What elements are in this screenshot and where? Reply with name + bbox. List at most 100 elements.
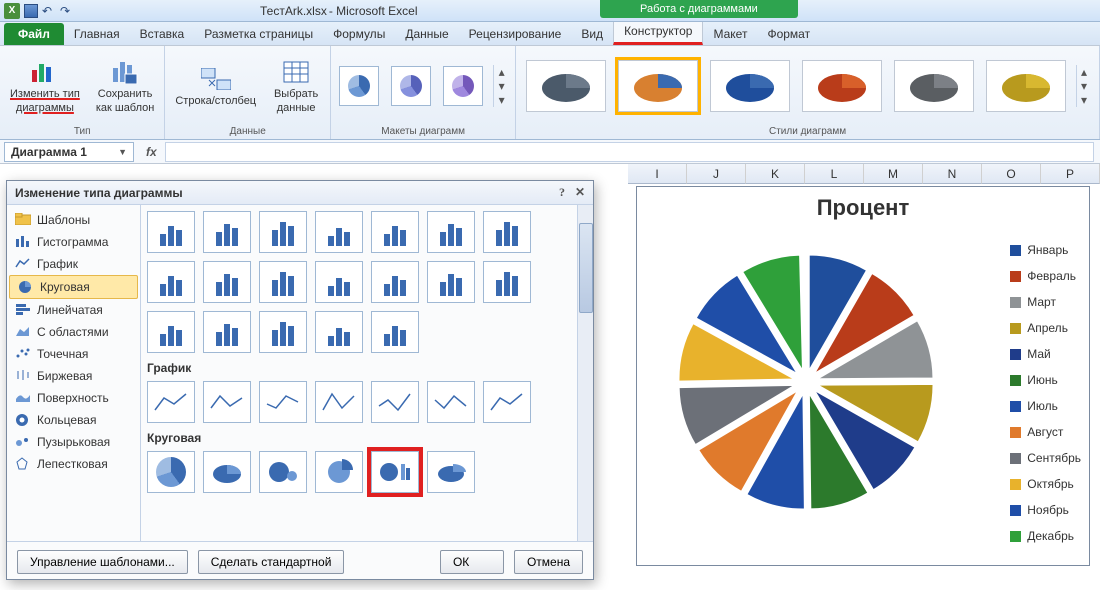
embedded-chart[interactable]: Процент ЯнварьФевральМартАпрельМайИюньИю… bbox=[636, 186, 1090, 566]
chart-style-3[interactable] bbox=[710, 60, 790, 112]
chart-subtype-thumb[interactable] bbox=[427, 451, 475, 493]
chart-subtype-thumb[interactable] bbox=[203, 311, 251, 353]
chart-subtype-thumb[interactable] bbox=[147, 261, 195, 303]
col-header-J[interactable]: J bbox=[687, 164, 746, 184]
chart-subtype-thumb[interactable] bbox=[371, 311, 419, 353]
chart-category-line[interactable]: График bbox=[7, 253, 140, 275]
tab-file[interactable]: Файл bbox=[4, 23, 64, 45]
chart-subtype-thumb[interactable] bbox=[259, 451, 307, 493]
col-header-P[interactable]: P bbox=[1041, 164, 1100, 184]
chart-subtype-thumb[interactable] bbox=[483, 381, 531, 423]
redo-icon[interactable]: ↷ bbox=[60, 4, 74, 18]
chart-category-area[interactable]: С областями bbox=[7, 321, 140, 343]
col-header-I[interactable]: I bbox=[628, 164, 687, 184]
fx-icon[interactable]: fx bbox=[138, 145, 165, 159]
name-box-dropdown-icon[interactable]: ▼ bbox=[118, 147, 127, 157]
chart-subtype-thumb[interactable] bbox=[427, 261, 475, 303]
tab-view[interactable]: Вид bbox=[571, 23, 613, 45]
chart-subtype-thumb[interactable] bbox=[259, 311, 307, 353]
formula-input[interactable] bbox=[165, 142, 1094, 162]
chart-subtype-thumb[interactable] bbox=[203, 451, 251, 493]
set-default-button[interactable]: Сделать стандартной bbox=[198, 550, 345, 574]
group-label-data: Данные bbox=[230, 124, 266, 139]
chart-style-2[interactable] bbox=[618, 60, 698, 112]
ok-button[interactable]: ОК bbox=[440, 550, 504, 574]
chart-layout-2[interactable] bbox=[391, 66, 431, 106]
chart-subtype-thumb[interactable] bbox=[315, 451, 363, 493]
manage-templates-button[interactable]: Управление шаблонами... bbox=[17, 550, 188, 574]
dialog-scrollbar[interactable] bbox=[577, 205, 593, 541]
chart-subtype-thumb[interactable] bbox=[371, 211, 419, 253]
chart-subtype-thumb[interactable] bbox=[147, 381, 195, 423]
chart-subtype-thumb[interactable] bbox=[315, 211, 363, 253]
chart-category-pie[interactable]: Круговая bbox=[9, 275, 138, 299]
col-header-N[interactable]: N bbox=[923, 164, 982, 184]
chart-subtype-thumb[interactable] bbox=[483, 261, 531, 303]
chart-subtype-thumb[interactable] bbox=[203, 381, 251, 423]
chart-subtype-thumb[interactable] bbox=[371, 381, 419, 423]
col-header-K[interactable]: K bbox=[746, 164, 805, 184]
tab-insert[interactable]: Вставка bbox=[130, 23, 195, 45]
chart-layout-1[interactable] bbox=[339, 66, 379, 106]
chart-subtype-thumb[interactable] bbox=[483, 211, 531, 253]
chart-subtype-thumb[interactable] bbox=[259, 211, 307, 253]
chart-style-4[interactable] bbox=[802, 60, 882, 112]
chart-style-6[interactable] bbox=[986, 60, 1066, 112]
cancel-button[interactable]: Отмена bbox=[514, 550, 583, 574]
change-chart-type-button[interactable]: Изменить тип диаграммы bbox=[6, 56, 84, 116]
save-as-template-button[interactable]: Сохранить как шаблон bbox=[92, 56, 159, 116]
chart-category-surface[interactable]: Поверхность bbox=[7, 387, 140, 409]
chart-subtype-thumb[interactable] bbox=[427, 211, 475, 253]
chart-category-bubble[interactable]: Пузырьковая bbox=[7, 431, 140, 453]
chart-subtype-thumb[interactable] bbox=[147, 211, 195, 253]
layout-gallery-scroll[interactable]: ▴ ▾ ▾ bbox=[493, 65, 509, 107]
scroll-up-icon[interactable]: ▴ bbox=[1077, 65, 1092, 79]
chart-category-donut[interactable]: Кольцевая bbox=[7, 409, 140, 431]
chart-subtype-thumb[interactable] bbox=[259, 381, 307, 423]
col-header-M[interactable]: M bbox=[864, 164, 923, 184]
col-header-L[interactable]: L bbox=[805, 164, 864, 184]
chart-layout-3[interactable] bbox=[443, 66, 483, 106]
tab-chart-format[interactable]: Формат bbox=[757, 23, 820, 45]
chart-subtype-thumb[interactable] bbox=[203, 261, 251, 303]
tab-home[interactable]: Главная bbox=[64, 23, 130, 45]
scroll-down-icon[interactable]: ▾ bbox=[494, 79, 509, 93]
chart-category-hbar[interactable]: Линейчатая bbox=[7, 299, 140, 321]
chart-subtype-thumb[interactable] bbox=[315, 261, 363, 303]
scroll-up-icon[interactable]: ▴ bbox=[494, 65, 509, 79]
tab-data[interactable]: Данные bbox=[395, 23, 458, 45]
chart-style-5[interactable] bbox=[894, 60, 974, 112]
switch-row-col-button[interactable]: Строка/столбец bbox=[171, 63, 260, 109]
style-gallery-scroll[interactable]: ▴ ▾ ▾ bbox=[1076, 65, 1092, 107]
chart-subtype-thumb[interactable] bbox=[147, 311, 195, 353]
chart-subtype-thumb[interactable] bbox=[315, 311, 363, 353]
tab-formulas[interactable]: Формулы bbox=[323, 23, 395, 45]
tab-chart-design[interactable]: Конструктор bbox=[613, 19, 703, 45]
chart-category-radar[interactable]: Лепестковая bbox=[7, 453, 140, 475]
undo-icon[interactable]: ↶ bbox=[42, 4, 56, 18]
tab-chart-layout[interactable]: Макет bbox=[703, 23, 757, 45]
chart-subtype-thumb[interactable] bbox=[427, 381, 475, 423]
chart-subtype-thumb[interactable] bbox=[315, 381, 363, 423]
chart-subtype-thumb[interactable] bbox=[371, 261, 419, 303]
select-data-button[interactable]: Выбрать данные bbox=[268, 56, 324, 116]
name-box[interactable]: Диаграмма 1 ▼ bbox=[4, 142, 134, 162]
col-header-O[interactable]: O bbox=[982, 164, 1041, 184]
scroll-down-icon[interactable]: ▾ bbox=[1077, 79, 1092, 93]
save-icon[interactable] bbox=[24, 4, 38, 18]
dialog-help-icon[interactable]: ? bbox=[559, 185, 565, 200]
chart-subtype-thumb[interactable] bbox=[203, 211, 251, 253]
tab-review[interactable]: Рецензирование bbox=[459, 23, 572, 45]
scroll-more-icon[interactable]: ▾ bbox=[494, 93, 509, 107]
chart-category-bars[interactable]: Гистограмма bbox=[7, 231, 140, 253]
dialog-close-icon[interactable]: ✕ bbox=[575, 185, 585, 200]
scroll-more-icon[interactable]: ▾ bbox=[1077, 93, 1092, 107]
chart-subtype-thumb[interactable] bbox=[147, 451, 195, 493]
chart-subtype-thumb[interactable] bbox=[371, 451, 419, 493]
chart-category-folder[interactable]: Шаблоны bbox=[7, 209, 140, 231]
chart-category-scatter[interactable]: Точечная bbox=[7, 343, 140, 365]
chart-category-stock[interactable]: Биржевая bbox=[7, 365, 140, 387]
chart-subtype-thumb[interactable] bbox=[259, 261, 307, 303]
tab-layout[interactable]: Разметка страницы bbox=[194, 23, 323, 45]
chart-style-1[interactable] bbox=[526, 60, 606, 112]
